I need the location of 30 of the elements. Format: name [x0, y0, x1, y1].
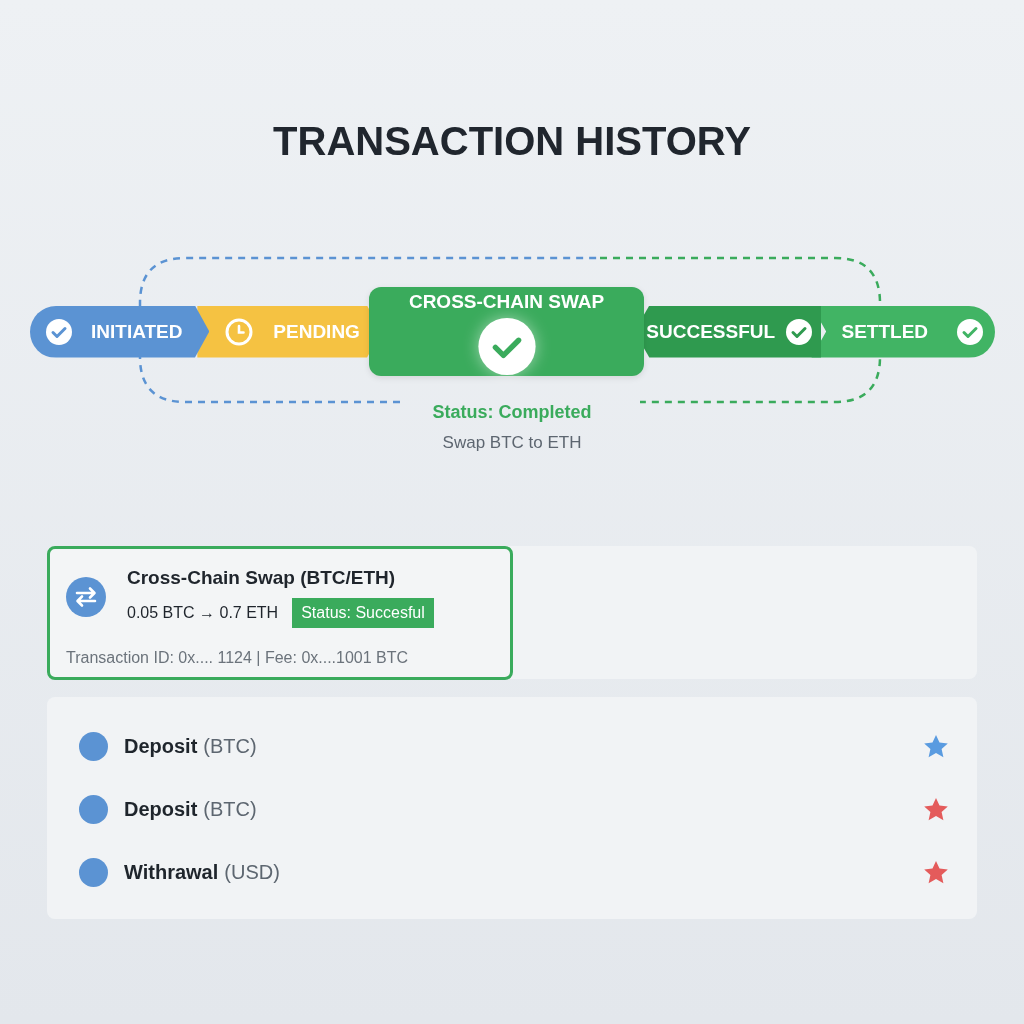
step-label: SETTLED: [841, 320, 929, 343]
status-description: Swap BTC to ETH: [441, 433, 583, 453]
transaction-name[interactable]: Deposit: [124, 735, 198, 758]
status-badge: Status: Succesful: [292, 598, 434, 628]
step-label: SUCCESSFUL: [646, 320, 776, 343]
page-title: TRANSACTION HISTORY: [272, 118, 752, 164]
transaction-title: Cross-Chain Swap (BTC/ETH): [127, 567, 397, 589]
status-dot: [79, 858, 108, 887]
swap-icon: [66, 577, 106, 617]
star-icon[interactable]: [923, 734, 949, 759]
transaction-card[interactable]: Cross-Chain Swap (BTC/ETH) 0.05 BTC → 0.7 ETH Status: Succesful Transaction ID: 0x.... 1124 | Fee: 0x....1001 BTC: [47, 546, 513, 680]
transaction-details: Transaction ID: 0x.... 1124 | Fee: 0x....1001 BTC: [66, 648, 410, 668]
stage-title: CROSS-CHAIN SWAP: [408, 291, 605, 313]
check-icon: [45, 317, 73, 346]
transaction-name[interactable]: Deposit: [124, 798, 198, 821]
currency-label: (BTC): [203, 735, 257, 758]
status-dot: [79, 795, 108, 824]
currency-label: (BTC): [203, 798, 257, 821]
status-text: Status: Completed: [431, 402, 593, 423]
star-icon[interactable]: [923, 860, 949, 885]
check-icon: [956, 317, 985, 346]
clock-icon: [225, 317, 254, 346]
swap-amount: 0.05 BTC → 0.7 ETH: [127, 604, 279, 622]
currency-label: (USD): [224, 861, 280, 884]
step-label: PENDING: [273, 320, 360, 343]
check-icon: [785, 317, 814, 346]
star-icon[interactable]: [923, 797, 949, 822]
transaction-name[interactable]: Withrawal: [124, 861, 219, 884]
status-dot: [79, 732, 108, 761]
step-label: INITIATED: [91, 320, 183, 343]
